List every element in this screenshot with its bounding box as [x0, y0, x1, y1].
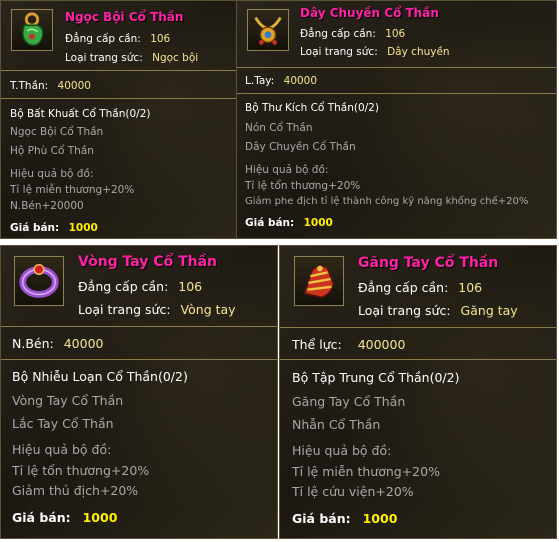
set-item: Vòng Tay Cổ Thần	[12, 393, 124, 408]
necklace-icon	[247, 9, 289, 51]
type-value: Ngọc bội	[152, 52, 199, 64]
set-name: Bộ Thư Kích Cổ Thần(0/2)	[245, 102, 379, 114]
price-value: 1000	[68, 222, 98, 234]
effect-line: Tỉ lệ cứu viện+20%	[292, 484, 414, 499]
stat-label: Thể lực:	[292, 337, 342, 352]
effect-line: Giảm thủ địch+20%	[12, 483, 139, 498]
effect-line: Giảm phe địch tỉ lệ thành công kỹ năng k…	[245, 196, 529, 207]
type-label: Loại trang sức:	[65, 52, 143, 64]
set-name: Bộ Nhiễu Loạn Cổ Thần(0/2)	[12, 369, 188, 384]
effect-title: Hiệu quả bộ đồ:	[12, 442, 112, 457]
price-value: 1000	[82, 510, 118, 525]
price-value: 1000	[303, 217, 333, 229]
item-title: Dây Chuyền Cổ Thần	[300, 6, 439, 20]
item-title: Vòng Tay Cổ Thần	[78, 254, 218, 270]
stat-row: T.Thần: 40000	[10, 80, 91, 92]
type-row: Loại trang sức: Dây chuyền	[300, 46, 450, 58]
type-row: Loại trang sức: Vòng tay	[78, 302, 236, 317]
stat-value: 40000	[63, 336, 104, 351]
stat-row: L.Tay: 40000	[245, 75, 317, 87]
stat-row: Thể lực: 400000	[292, 337, 405, 352]
effect-line: Tỉ lệ tổn thương+20%	[12, 463, 150, 478]
bracelet-icon	[14, 256, 64, 306]
type-label: Loại trang sức:	[300, 46, 378, 58]
item-tooltip-necklace: Dây Chuyền Cổ Thần Đẳng cấp cần: 106 Loạ…	[236, 0, 557, 239]
stat-label: T.Thần:	[10, 80, 49, 92]
type-value: Găng tay	[460, 303, 518, 318]
type-value: Dây chuyền	[387, 46, 450, 58]
set-name: Bộ Tập Trung Cổ Thần(0/2)	[292, 370, 460, 385]
level-value: 106	[458, 280, 483, 295]
price-label: Giá bán:	[12, 510, 71, 525]
set-item: Ngọc Bội Cổ Thần	[10, 126, 104, 138]
level-label: Đẳng cấp cần:	[78, 279, 169, 294]
set-item: Dây Chuyền Cổ Thần	[245, 141, 356, 153]
item-tooltip-gauntlet: Găng Tay Cổ Thần Đẳng cấp cần: 106 Loại …	[279, 245, 557, 539]
effect-title: Hiệu quả bộ đồ:	[292, 443, 392, 458]
set-item: Nón Cổ Thần	[245, 122, 313, 134]
stat-value: 40000	[57, 80, 91, 92]
stat-label: N.Bén:	[12, 336, 54, 351]
set-item: Lắc Tay Cổ Thần	[12, 416, 114, 431]
item-tooltip-jade-pendant: Ngọc Bội Cổ Thần Đẳng cấp cần: 106 Loại …	[0, 0, 237, 239]
divider	[1, 359, 277, 360]
price-value: 1000	[362, 511, 398, 526]
set-item: Găng Tay Cổ Thần	[292, 394, 406, 409]
stat-value: 40000	[283, 75, 318, 87]
level-value: 106	[385, 28, 406, 40]
divider	[1, 326, 277, 327]
effect-line: Tỉ lệ miễn thương+20%	[10, 184, 135, 196]
price-label: Giá bán:	[10, 222, 60, 234]
set-name: Bộ Bất Khuất Cổ Thần(0/2)	[10, 108, 151, 120]
price-label: Giá bán:	[292, 511, 351, 526]
type-label: Loại trang sức:	[78, 302, 171, 317]
divider	[237, 93, 556, 94]
level-label: Đẳng cấp cần:	[65, 33, 141, 45]
effect-line: N.Bén+20000	[10, 200, 84, 212]
item-tooltip-bracelet: Vòng Tay Cổ Thần Đẳng cấp cần: 106 Loại …	[0, 245, 278, 539]
type-value: Vòng tay	[180, 302, 236, 317]
level-row: Đẳng cấp cần: 106	[78, 279, 202, 294]
type-row: Loại trang sức: Ngọc bội	[65, 52, 198, 64]
stat-value: 400000	[357, 337, 406, 352]
item-title: Ngọc Bội Cổ Thần	[65, 10, 184, 24]
type-label: Loại trang sức:	[358, 303, 451, 318]
effect-line: Tỉ lệ tổn thương+20%	[245, 180, 361, 192]
level-row: Đẳng cấp cần: 106	[300, 28, 405, 40]
level-row: Đẳng cấp cần: 106	[65, 33, 170, 45]
divider	[280, 359, 556, 360]
level-row: Đẳng cấp cần: 106	[358, 280, 482, 295]
set-item: Hộ Phù Cổ Thần	[10, 145, 94, 157]
level-value: 106	[178, 279, 203, 294]
level-label: Đẳng cấp cần:	[300, 28, 376, 40]
item-title: Găng Tay Cổ Thần	[358, 255, 499, 271]
type-row: Loại trang sức: Găng tay	[358, 303, 518, 318]
divider	[1, 98, 236, 99]
divider	[1, 70, 236, 71]
effect-title: Hiệu quả bộ đồ:	[245, 164, 329, 176]
level-label: Đẳng cấp cần:	[358, 280, 449, 295]
effect-title: Hiệu quả bộ đồ:	[10, 168, 94, 180]
divider	[237, 67, 556, 68]
price-label: Giá bán:	[245, 217, 295, 229]
effect-line: Tỉ lệ miễn thương+20%	[292, 464, 440, 479]
set-item: Nhẫn Cổ Thần	[292, 417, 381, 432]
jade-pendant-icon	[11, 9, 53, 51]
price-row: Giá bán: 1000	[245, 217, 333, 229]
price-row: Giá bán: 1000	[292, 511, 397, 526]
price-row: Giá bán: 1000	[12, 510, 117, 525]
divider	[280, 327, 556, 328]
price-row: Giá bán: 1000	[10, 222, 98, 234]
level-value: 106	[150, 33, 171, 45]
stat-row: N.Bén: 40000	[12, 336, 103, 351]
gauntlet-icon	[294, 256, 344, 306]
stat-label: L.Tay:	[245, 75, 275, 87]
